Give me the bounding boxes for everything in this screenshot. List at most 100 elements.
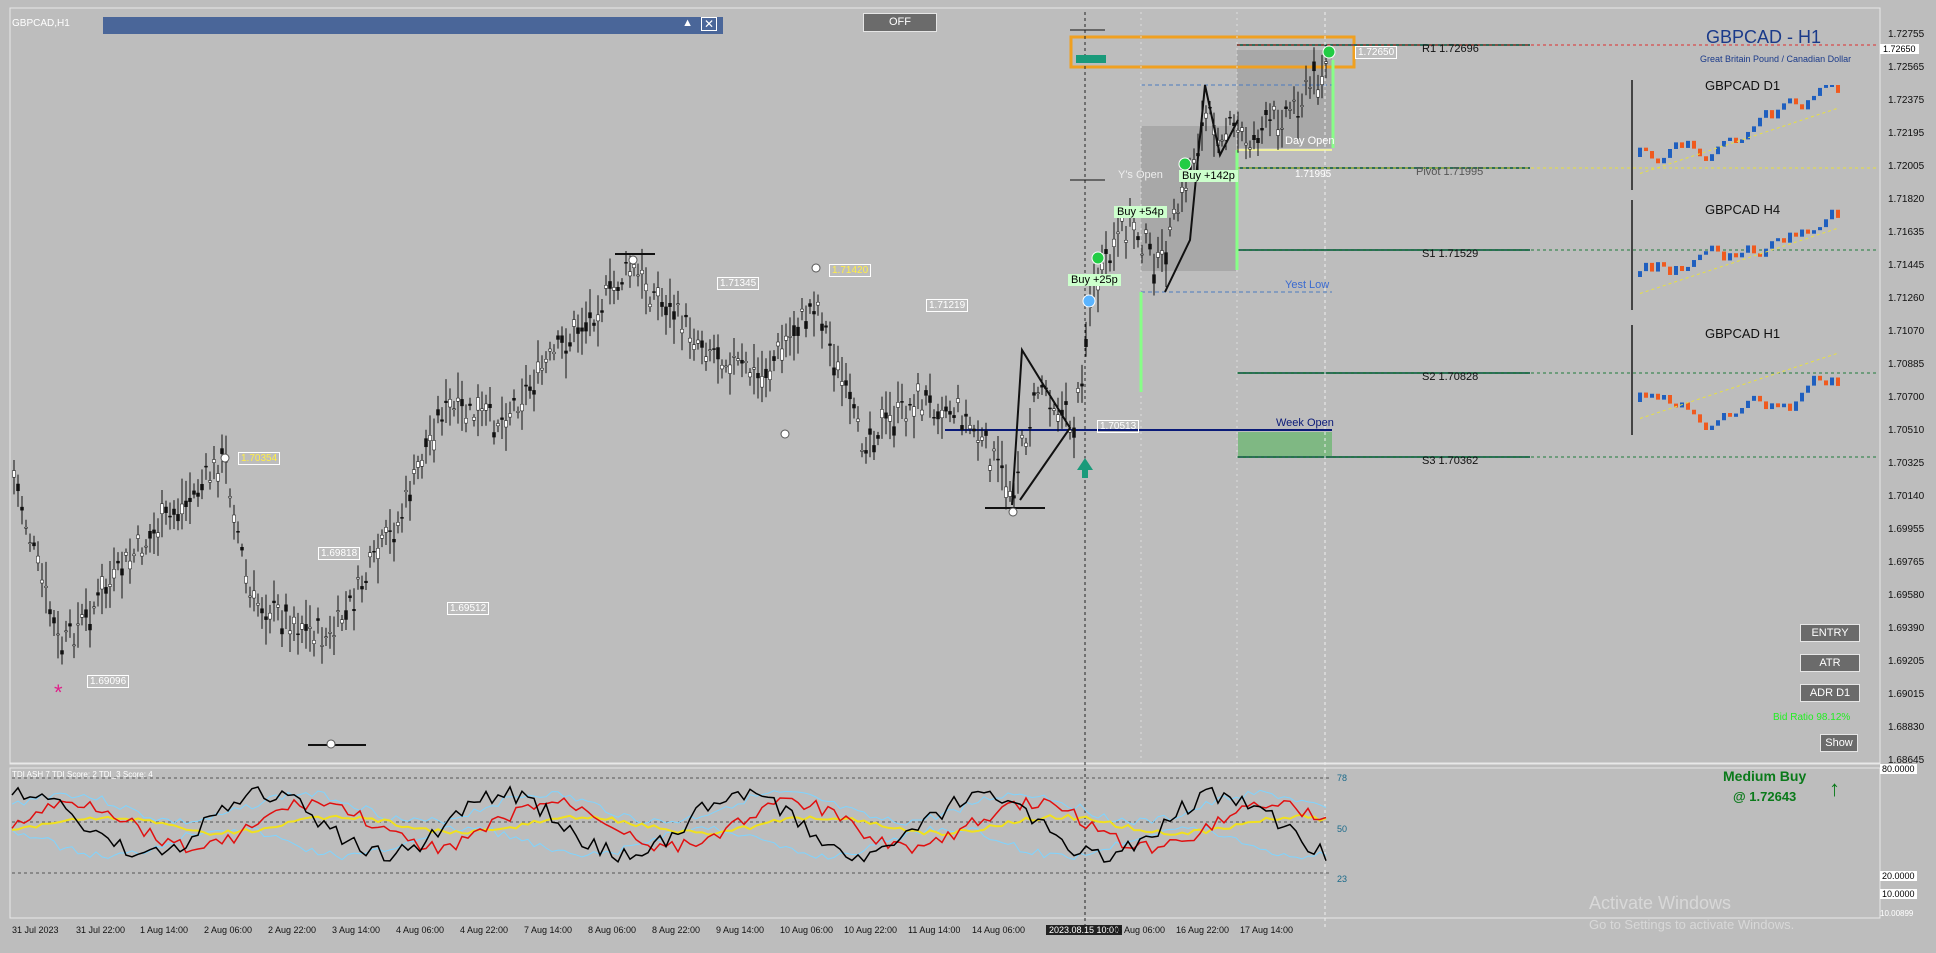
candle-body: [824, 325, 828, 328]
candle-body: [1000, 465, 1004, 469]
candle-body: [1028, 427, 1032, 429]
candle-body: [64, 630, 68, 633]
up-arrow: [1077, 458, 1093, 478]
candle-body: [576, 327, 580, 334]
candle-body: [1292, 99, 1296, 102]
candle-body: [644, 283, 648, 291]
candle-body: [1084, 339, 1088, 347]
candle-body: [1204, 112, 1208, 119]
candle-body: [744, 361, 748, 363]
candle-body: [1304, 80, 1308, 82]
time-tick: 4 Aug 22:00: [460, 925, 509, 935]
candle-body: [1076, 388, 1080, 393]
time-tick: 10 Aug 06:00: [780, 925, 834, 935]
candle-body: [116, 560, 120, 564]
candle-body: [428, 435, 432, 441]
price-label: 1.71345: [717, 277, 760, 290]
ind-axis-bottom: 10.00899: [1880, 909, 1914, 918]
candle-body: [1256, 138, 1260, 144]
mini-chart-title: GBPCAD H4: [1705, 202, 1781, 217]
candle-body: [176, 514, 180, 522]
off-toggle-button[interactable]: OFF: [863, 13, 937, 32]
candle-body: [232, 514, 236, 523]
candle-body: [804, 321, 808, 329]
adr-d1-button[interactable]: ADR D1: [1800, 684, 1860, 702]
candle-body: [956, 398, 960, 403]
candle-body: [1080, 383, 1084, 387]
candle-body: [328, 632, 332, 634]
time-tick: 16 Aug 06:00: [1112, 925, 1166, 935]
candle-body: [568, 342, 572, 347]
price-tick: 1.71820: [1888, 194, 1925, 205]
candle-body: [544, 359, 548, 363]
candle-body: [444, 400, 448, 403]
week-open-label: Week Open: [1276, 417, 1334, 429]
candle-body: [764, 368, 768, 378]
candle-body: [1312, 61, 1316, 72]
candle-body: [1164, 252, 1168, 265]
candle-body: [324, 636, 328, 638]
candle-body: [356, 577, 360, 580]
candle-body: [144, 545, 148, 548]
candle-body: [832, 367, 836, 376]
ind-axis-tick: 20.0000: [1880, 871, 1917, 881]
candle-body: [1236, 130, 1240, 133]
pivot-label-s1: S1 1.71529: [1422, 248, 1479, 260]
candle-body: [36, 555, 40, 564]
candle-body: [752, 367, 756, 370]
main-chart[interactable]: *: [0, 0, 1936, 953]
candle-body: [1148, 243, 1152, 250]
price-tick: 1.70140: [1888, 491, 1925, 502]
candle-body: [892, 426, 896, 436]
entry-button[interactable]: ENTRY: [1800, 624, 1860, 642]
candle-body: [472, 417, 476, 421]
candle-body: [816, 301, 820, 306]
candle-body: [784, 335, 788, 341]
close-icon[interactable]: ✕: [700, 17, 717, 31]
pivot-label-s3: S3 1.70362: [1422, 455, 1479, 467]
candle-body: [296, 633, 300, 636]
info-panel-bar[interactable]: ▲ ✕: [103, 17, 723, 34]
yest-low-label: Yest Low: [1285, 279, 1330, 291]
candle-body: [1276, 129, 1280, 136]
atr-button[interactable]: ATR: [1800, 654, 1860, 672]
candle-body: [156, 532, 160, 538]
show-button[interactable]: Show: [1820, 734, 1858, 752]
candle-body: [1032, 392, 1036, 396]
candle-body: [212, 459, 216, 463]
candle-body: [616, 287, 620, 291]
candle-body: [1124, 239, 1128, 243]
price-tick: 1.69390: [1888, 623, 1925, 634]
week-open-zone: [1238, 432, 1332, 458]
candle-body: [1300, 105, 1304, 107]
candle-body: [236, 531, 240, 533]
candle-body: [620, 282, 624, 285]
collapse-icon[interactable]: ▲: [682, 17, 693, 29]
candle-body: [600, 310, 604, 313]
candle-body: [1004, 486, 1008, 498]
candle-body: [1248, 147, 1252, 150]
price-label: 1.72650: [1355, 46, 1398, 59]
candle-body: [340, 619, 344, 624]
candle-body: [188, 497, 192, 502]
price-label: 1.71219: [926, 299, 969, 312]
candle-body: [944, 406, 948, 412]
candle-body: [76, 623, 80, 626]
candle-body: [812, 311, 816, 315]
candle-body: [628, 271, 632, 277]
candle-body: [468, 403, 472, 406]
candle-body: [716, 347, 720, 360]
candle-body: [788, 336, 792, 338]
candle-body: [640, 269, 644, 275]
candle-body: [708, 349, 712, 351]
candle-body: [1260, 127, 1264, 131]
bid-ratio-text: Bid Ratio 98.12%: [1773, 712, 1851, 723]
candle-body: [128, 560, 132, 570]
candle-body: [940, 410, 944, 419]
candle-body: [984, 430, 988, 436]
candle-body: [16, 483, 20, 492]
candle-body: [1220, 139, 1224, 142]
candlesticks: [12, 45, 1328, 665]
candle-body: [612, 287, 616, 291]
candle-body: [1144, 229, 1148, 234]
